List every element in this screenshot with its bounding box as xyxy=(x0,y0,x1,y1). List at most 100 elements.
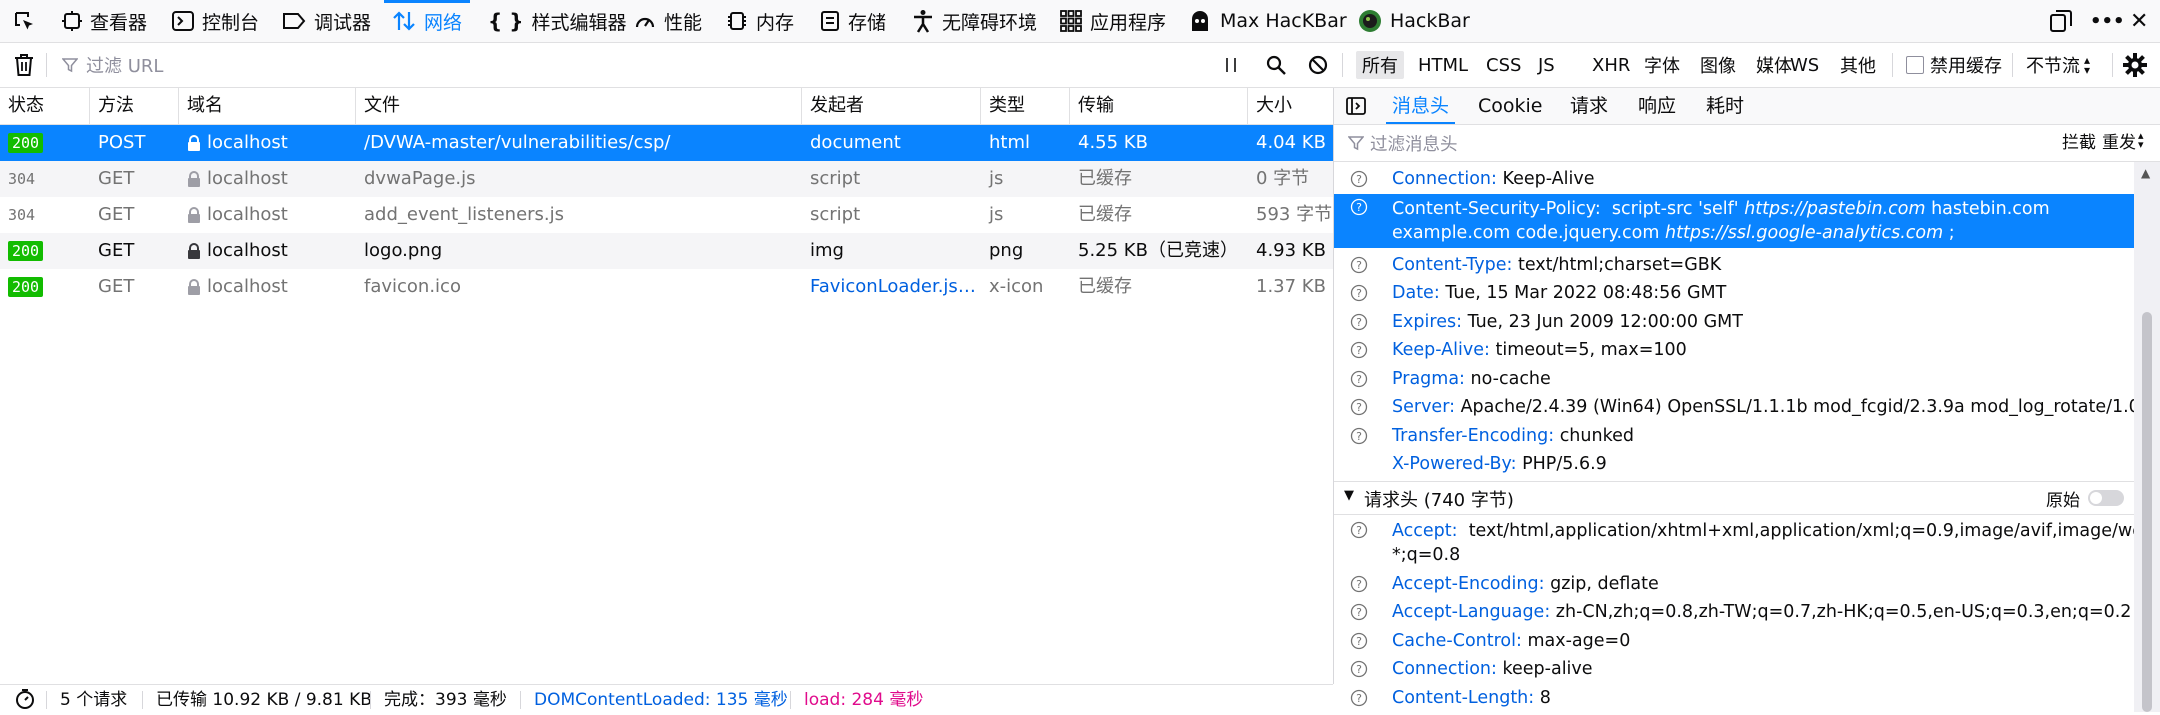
column-file[interactable]: 文件 xyxy=(356,88,802,124)
header-value: PHP/5.6.9 xyxy=(1522,454,1607,474)
column-status[interactable]: 状态 xyxy=(0,88,90,124)
tab-inspector-label: 查看器 xyxy=(90,11,148,34)
header-row[interactable]: ? Accept-Language: zh-CN,zh;q=0.8,zh-TW;q… xyxy=(1334,598,2134,626)
tab-cookies[interactable]: Cookie xyxy=(1478,88,1543,124)
type-cell: png xyxy=(989,240,1024,261)
svg-text:?: ? xyxy=(1356,635,1362,648)
header-name: Pragma: xyxy=(1392,368,1465,389)
initiator-cell: script xyxy=(810,204,861,225)
request-headers-section[interactable]: ▼ 请求头 (740 字节) 原始 xyxy=(1334,480,2134,515)
more-options-button[interactable]: ••• xyxy=(2090,0,2125,42)
filter-xhr[interactable]: XHR xyxy=(1586,51,1636,79)
tab-application[interactable]: 应用程序 xyxy=(1060,0,1166,42)
block-button[interactable]: 拦截 xyxy=(2062,125,2096,161)
tab-accessibility[interactable]: 无障碍环境 xyxy=(912,0,1037,42)
tab-headers[interactable]: 消息头 xyxy=(1385,88,1456,124)
filter-html-label: HTML xyxy=(1418,54,1469,76)
column-transferred[interactable]: 传输 xyxy=(1070,88,1248,124)
header-row[interactable]: ? Accept: text/html,application/xhtml+xml… xyxy=(1334,517,2160,569)
header-row[interactable]: ? Keep-Alive: timeout=5, max=100 xyxy=(1334,336,2134,364)
pause-recording-button[interactable] xyxy=(1224,43,1238,87)
header-row[interactable]: X-Powered-By: PHP/5.6.9 xyxy=(1334,450,2134,478)
table-row[interactable]: 200 GET localhost logo.png img png 5.25 … xyxy=(0,233,1333,269)
headers-scrollbar[interactable]: ▲ xyxy=(2134,162,2160,712)
tab-performance[interactable]: 性能 xyxy=(634,0,702,42)
table-row[interactable]: 200 POST localhost /DVWA-master/vulnerab… xyxy=(0,125,1333,161)
header-row[interactable]: ? Expires: Tue, 23 Jun 2009 12:00:00 GMT xyxy=(1334,308,2134,336)
initiator-link[interactable]: FaviconLoader.jsm:... xyxy=(802,269,981,305)
header-row[interactable]: ? Content-Length: 8 xyxy=(1334,684,2134,712)
column-method[interactable]: 方法 xyxy=(90,88,179,124)
filter-other[interactable]: 其他 xyxy=(1834,51,1882,79)
status-badge: 200 xyxy=(8,241,44,261)
filter-js-label: JS xyxy=(1538,54,1555,76)
headers-filter-input[interactable]: 过滤消息头 xyxy=(1348,125,1948,161)
lock-icon xyxy=(188,279,200,295)
column-initiator[interactable]: 发起者 xyxy=(802,88,981,124)
request-list: 状态 方法 域名 文件 发起者 类型 传输 大小 200 POST localh… xyxy=(0,88,1334,684)
file-cell: add_event_listeners.js xyxy=(364,204,565,225)
method-cell: GET xyxy=(98,168,135,189)
throttle-select[interactable]: 不节流 ▴ ▾ xyxy=(2026,43,2090,87)
tab-debugger[interactable]: 调试器 xyxy=(282,0,371,42)
header-value: zh-CN,zh;q=0.8,zh-TW;q=0.7,zh-HK;q=0.5,e… xyxy=(1555,602,2132,622)
raw-toggle-switch[interactable] xyxy=(2088,489,2124,506)
tab-console[interactable]: 控制台 xyxy=(172,0,259,42)
tab-style-editor[interactable]: { } 样式编辑器 xyxy=(488,0,626,42)
scroll-thumb[interactable] xyxy=(2142,312,2152,712)
header-row[interactable]: ? Connection: Keep-Alive xyxy=(1334,165,2134,193)
dock-toggle-button[interactable] xyxy=(2050,0,2072,42)
tab-request[interactable]: 请求 xyxy=(1570,88,1608,124)
column-size[interactable]: 大小 xyxy=(1248,88,1333,124)
tab-max-hackbar[interactable]: Max HacKBar xyxy=(1188,0,1347,42)
header-row[interactable]: ? Cache-Control: max-age=0 xyxy=(1334,627,2134,655)
header-row[interactable]: ? Accept-Encoding: gzip, deflate xyxy=(1334,570,2134,598)
table-row[interactable]: 200 GET localhost favicon.ico FaviconLoa… xyxy=(0,269,1333,305)
filter-fonts[interactable]: 字体 xyxy=(1638,51,1686,79)
header-row[interactable]: ? Connection: keep-alive xyxy=(1334,655,2134,683)
column-domain[interactable]: 域名 xyxy=(179,88,356,124)
filter-js[interactable]: JS xyxy=(1532,51,1561,79)
header-row-csp[interactable]: ? Content-Security-Policy: script-src 'se… xyxy=(1334,193,2134,248)
domain-text: localhost xyxy=(207,204,288,225)
header-row[interactable]: ? Pragma: no-cache xyxy=(1334,365,2134,393)
performance-analysis-button[interactable] xyxy=(14,685,36,713)
table-row[interactable]: 304 GET localhost dvwaPage.js script js … xyxy=(0,161,1333,197)
table-row[interactable]: 304 GET localhost add_event_listeners.js… xyxy=(0,197,1333,233)
scroll-up-arrow[interactable]: ▲ xyxy=(2141,166,2150,180)
tab-memory[interactable]: 内存 xyxy=(726,0,794,42)
tab-network[interactable]: 网络 xyxy=(383,0,471,42)
tab-hackbar[interactable]: HackBar xyxy=(1358,0,1470,42)
tab-timings[interactable]: 耗时 xyxy=(1706,88,1744,124)
header-row[interactable]: ? Date: Tue, 15 Mar 2022 08:48:56 GMT xyxy=(1334,279,2134,307)
tab-response[interactable]: 响应 xyxy=(1638,88,1676,124)
csp-part: script-src 'self' xyxy=(1611,198,1739,219)
tab-inspector[interactable]: 查看器 xyxy=(62,0,147,42)
network-settings-button[interactable] xyxy=(2122,43,2148,87)
clear-requests-button[interactable] xyxy=(14,43,34,87)
header-name: Content-Type: xyxy=(1392,254,1513,275)
filter-all[interactable]: 所有 xyxy=(1356,51,1404,79)
filter-html[interactable]: HTML xyxy=(1412,51,1474,79)
checkbox-box xyxy=(1906,56,1924,74)
resend-button[interactable]: 重发 ▴ ▾ xyxy=(2102,125,2144,161)
lock-icon xyxy=(188,207,200,223)
element-picker-button[interactable] xyxy=(12,0,36,42)
filter-images[interactable]: 图像 xyxy=(1694,51,1742,79)
column-type[interactable]: 类型 xyxy=(981,88,1070,124)
block-requests-button[interactable] xyxy=(1308,43,1328,87)
close-devtools-button[interactable]: ✕ xyxy=(2130,0,2148,42)
search-button[interactable] xyxy=(1266,43,1286,87)
header-name: Transfer-Encoding: xyxy=(1392,425,1555,446)
toggle-sidebar-button[interactable] xyxy=(1346,88,1366,124)
header-row[interactable]: ? Content-Type: text/html;charset=GBK xyxy=(1334,251,2134,279)
filter-ws[interactable]: WS xyxy=(1784,51,1825,79)
url-filter-input[interactable]: 过滤 URL xyxy=(62,43,1212,87)
header-value: Tue, 15 Mar 2022 08:48:56 GMT xyxy=(1445,283,1727,303)
disable-cache-checkbox[interactable]: 禁用缓存 xyxy=(1906,43,2002,87)
header-row[interactable]: ? Server: Apache/2.4.39 (Win64) OpenSSL/1… xyxy=(1334,393,2151,421)
tab-storage[interactable]: 存储 xyxy=(820,0,886,42)
filter-css[interactable]: CSS xyxy=(1480,51,1527,79)
header-row[interactable]: ? Transfer-Encoding: chunked xyxy=(1334,422,2134,450)
throttle-label: 不节流 xyxy=(2026,56,2080,77)
